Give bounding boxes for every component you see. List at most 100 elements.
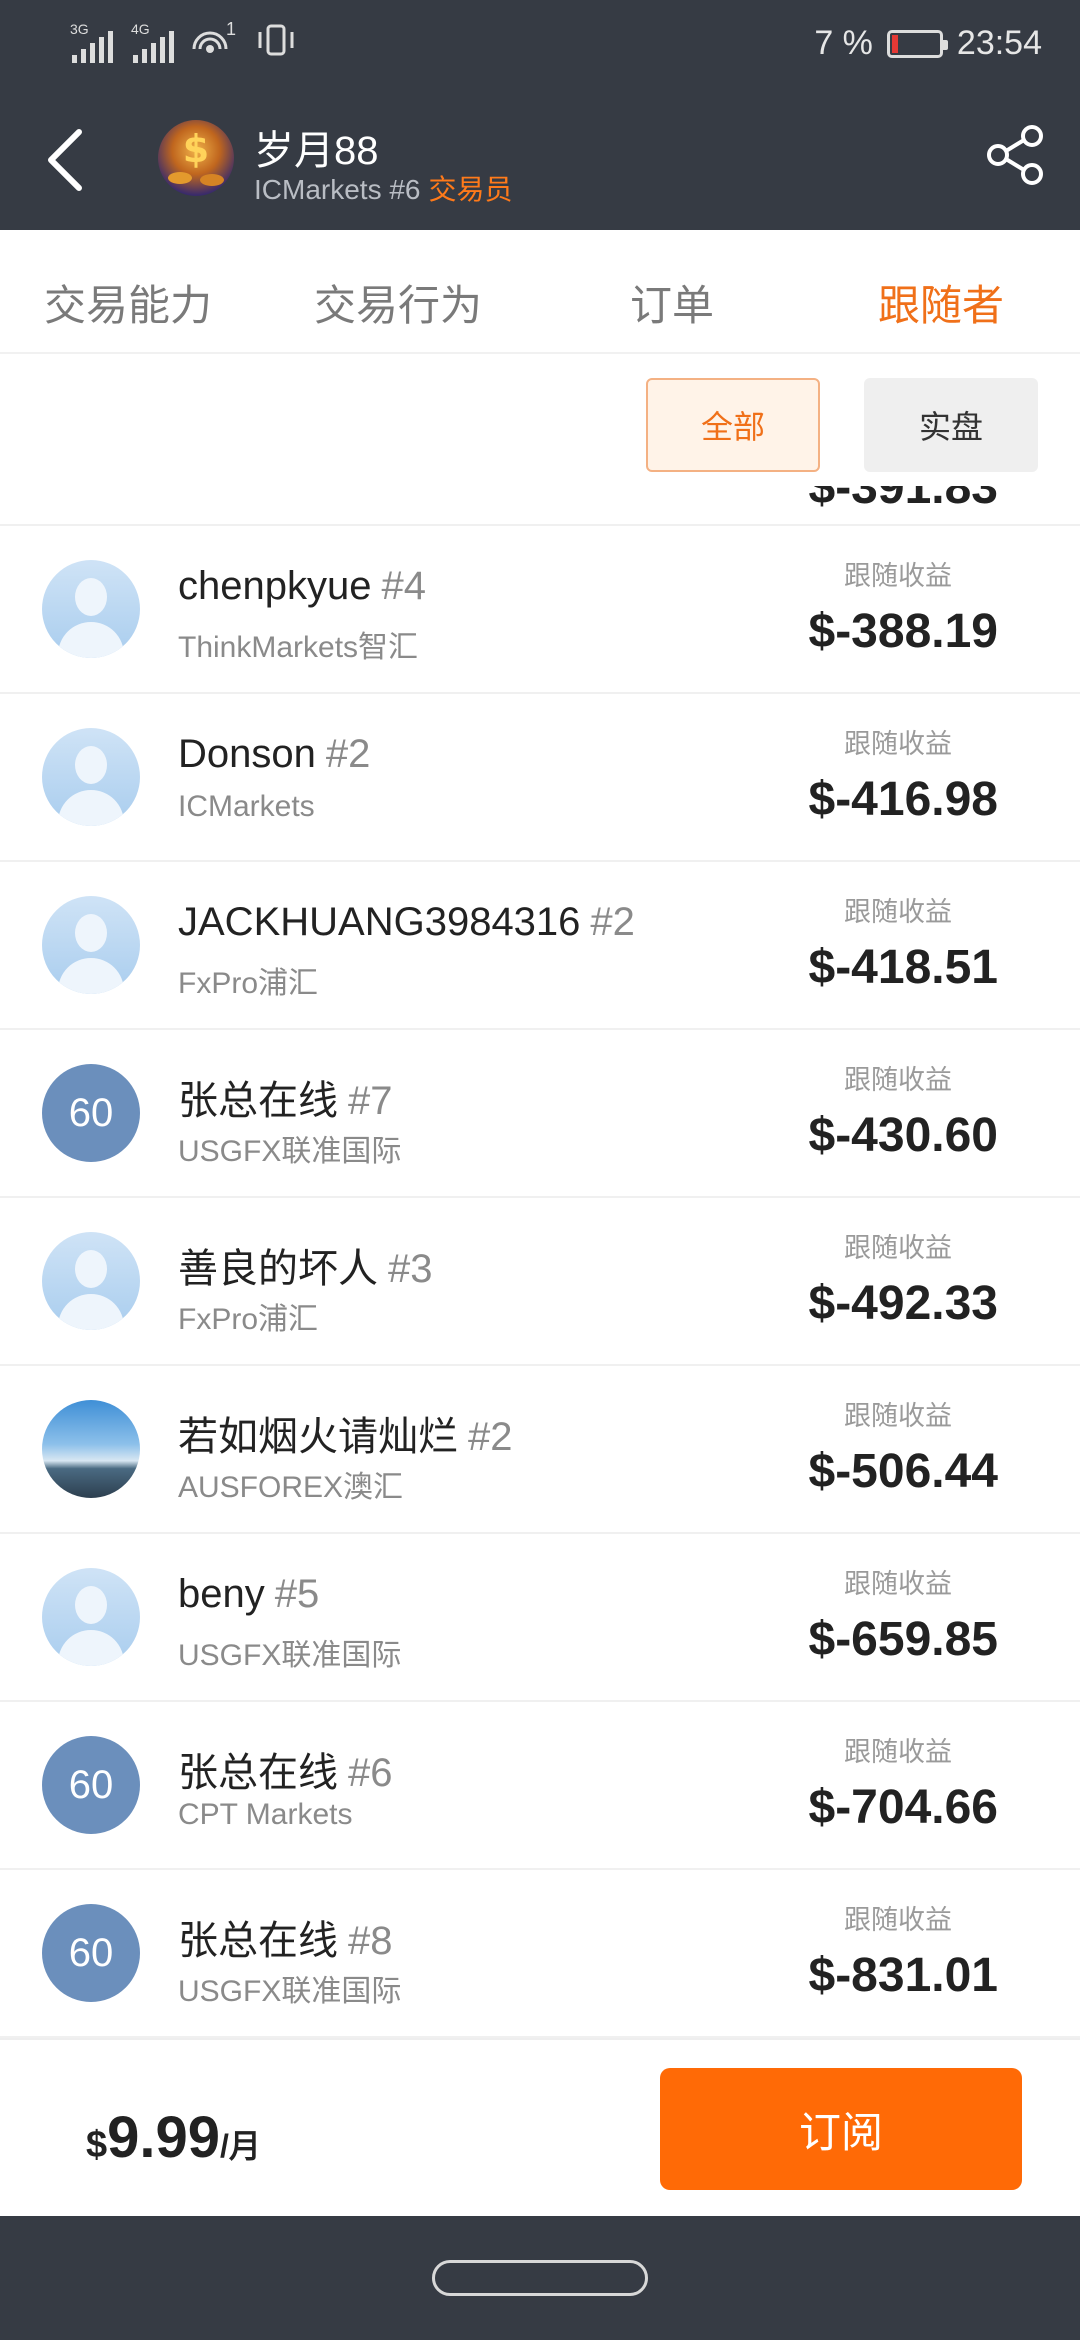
follower-name: 若如烟火请灿烂 (178, 1415, 458, 1459)
follower-rows: chenpkyue #4 ThinkMarkets智汇 跟随收益 $-388.19 Don… (0, 526, 1080, 2038)
follower-rank: #7 (348, 1079, 393, 1123)
follower-broker: USGFX联准国际 (178, 1135, 402, 1168)
share-icon (987, 125, 1043, 185)
list-item[interactable]: beny #5 USGFX联准国际 跟随收益 $-659.85 (0, 1534, 1080, 1702)
follower-broker: FxPro浦汇 (178, 1303, 319, 1336)
subscribe-footer: $9.99/月 订阅 (0, 2038, 1080, 2216)
follower-name: 张总在线 (178, 1919, 338, 1963)
default-avatar-icon (42, 560, 140, 658)
follower-name-line: 善良的坏人 #3 (178, 1236, 433, 1294)
list-item[interactable]: chenpkyue #4 ThinkMarkets智汇 跟随收益 $-388.19 (0, 526, 1080, 694)
profit-label: 跟随收益 (844, 1065, 952, 1095)
tab-orders[interactable]: 订单 (630, 272, 714, 333)
follower-broker: ThinkMarkets智汇 (178, 631, 419, 664)
follow-profit-value: $-659.85 (808, 1613, 999, 1666)
follower-broker: USGFX联准国际 (178, 1975, 402, 2008)
share-button[interactable] (982, 120, 1052, 190)
filter-all-button[interactable]: 全部 (646, 378, 820, 472)
follower-name: JACKHUANG3984316 (178, 900, 581, 944)
list-item[interactable]: 60 张总在线 #7 USGFX联准国际 跟随收益 $-430.60 (0, 1030, 1080, 1198)
home-gesture-bar[interactable] (432, 2260, 648, 2296)
follow-profit-value: $-492.33 (808, 1277, 999, 1330)
subscribe-button[interactable]: 订阅 (660, 2068, 1022, 2190)
list-item[interactable]: 善良的坏人 #3 FxPro浦汇 跟随收益 $-492.33 (0, 1198, 1080, 1366)
svg-text:$: $ (183, 127, 209, 171)
back-arrow-icon (48, 129, 82, 191)
follower-rank: #6 (348, 1751, 393, 1795)
list-item[interactable]: 若如烟火请灿烂 #2 AUSFOREX澳汇 跟随收益 $-506.44 (0, 1366, 1080, 1534)
follower-broker: USGFX联准国际 (178, 1639, 402, 1672)
profit-label: 跟随收益 (844, 1737, 952, 1767)
profit-label: 跟随收益 (844, 1905, 952, 1935)
trader-broker-rank: ICMarkets #6 (254, 174, 421, 205)
follower-broker: AUSFOREX澳汇 (178, 1471, 404, 1504)
battery-percent: 7 % (814, 24, 873, 62)
title-bar: $ 岁月88 ICMarkets #6 交易员 (0, 100, 1080, 220)
tab-trading-behavior[interactable]: 交易行为 (314, 272, 482, 333)
follower-list[interactable]: $-391.83 chenpkyue #4 ThinkMarkets智汇 跟随收益 $-… (0, 486, 1080, 2038)
list-item[interactable]: Donson #2 ICMarkets 跟随收益 $-416.98 (0, 694, 1080, 862)
price-amount: 9.99 (107, 2105, 221, 2170)
follow-profit-value: $-418.51 (808, 941, 999, 994)
list-item[interactable]: 60 张总在线 #8 USGFX联准国际 跟随收益 $-831.01 (0, 1870, 1080, 2038)
follower-rank: #8 (348, 1919, 393, 1963)
follower-broker: CPT Markets (178, 1798, 353, 1831)
tab-followers[interactable]: 跟随者 (878, 272, 1004, 333)
subscription-price: $9.99/月 (86, 2104, 261, 2171)
signal-label: 4G (131, 20, 150, 37)
avatar (42, 1400, 140, 1498)
trader-avatar[interactable]: $ (158, 120, 234, 196)
list-item[interactable]: 60 张总在线 #6 CPT Markets 跟随收益 $-704.66 (0, 1702, 1080, 1870)
battery-icon (886, 29, 948, 58)
follower-name-line: beny #5 (178, 1572, 319, 1617)
follower-name: 善良的坏人 (178, 1247, 378, 1291)
signal-label: 3G (70, 20, 89, 37)
avatar-badge: 60 (42, 1064, 140, 1162)
trader-role: 交易员 (428, 174, 513, 205)
tab-trading-ability[interactable]: 交易能力 (44, 272, 212, 333)
follower-name-line: chenpkyue #4 (178, 564, 426, 609)
follower-name-line: JACKHUANG3984316 #2 (178, 900, 635, 945)
partial-row-profit: $-391.83 (808, 486, 999, 514)
list-item[interactable]: JACKHUANG3984316 #2 FxPro浦汇 跟随收益 $-418.51 (0, 862, 1080, 1030)
avatar-badge: 60 (42, 1736, 140, 1834)
profit-label: 跟随收益 (844, 1569, 952, 1599)
profit-label: 跟随收益 (844, 897, 952, 927)
app-header: 3G 4G 1 7 % 23:54 $ 岁月88 ICMarkets #6 交易… (0, 0, 1080, 230)
filter-real-button[interactable]: 实盘 (864, 378, 1038, 472)
follow-profit-value: $-416.98 (808, 773, 999, 826)
follow-profit-value: $-388.19 (808, 605, 999, 658)
avatar-badge: 60 (42, 1904, 140, 2002)
follower-name: Donson (178, 732, 316, 776)
default-avatar-icon (42, 1232, 140, 1330)
follower-rank: #2 (325, 732, 371, 776)
status-icons-right: 7 % 23:54 (814, 24, 1042, 63)
status-time: 23:54 (956, 24, 1042, 62)
follower-name-line: 张总在线 #8 (178, 1908, 393, 1966)
follower-name-line: 张总在线 #6 (178, 1740, 393, 1798)
status-bar: 3G 4G 1 7 % 23:54 (0, 0, 1080, 90)
price-currency: $ (86, 2124, 108, 2166)
follower-broker: ICMarkets (178, 790, 315, 823)
signal-icon: 3G (70, 21, 113, 63)
profit-label: 跟随收益 (844, 561, 952, 591)
follow-profit-value: $-831.01 (808, 1949, 999, 2002)
follower-name-line: 若如烟火请灿烂 #2 (178, 1404, 513, 1462)
follower-rank: #2 (468, 1415, 513, 1459)
hotspot-count: 1 (226, 18, 237, 39)
profit-label: 跟随收益 (844, 1233, 952, 1263)
profit-label: 跟随收益 (844, 1401, 952, 1431)
price-period: /月 (220, 2128, 261, 2164)
follower-rank: #4 (381, 564, 426, 608)
follower-broker: FxPro浦汇 (178, 967, 319, 1000)
follower-name: chenpkyue (178, 564, 372, 608)
tab-bar: 交易能力 交易行为 订单 跟随者 (0, 232, 1080, 354)
follower-rank: #2 (590, 900, 635, 944)
default-avatar-icon (42, 896, 140, 994)
back-button[interactable] (30, 118, 100, 202)
dollar-coins-icon: $ (168, 127, 224, 186)
follower-name: 张总在线 (178, 1079, 338, 1123)
follower-rank: #5 (274, 1572, 320, 1616)
follow-profit-value: $-704.66 (808, 1781, 999, 1834)
hotspot-icon: 1 (192, 19, 236, 63)
